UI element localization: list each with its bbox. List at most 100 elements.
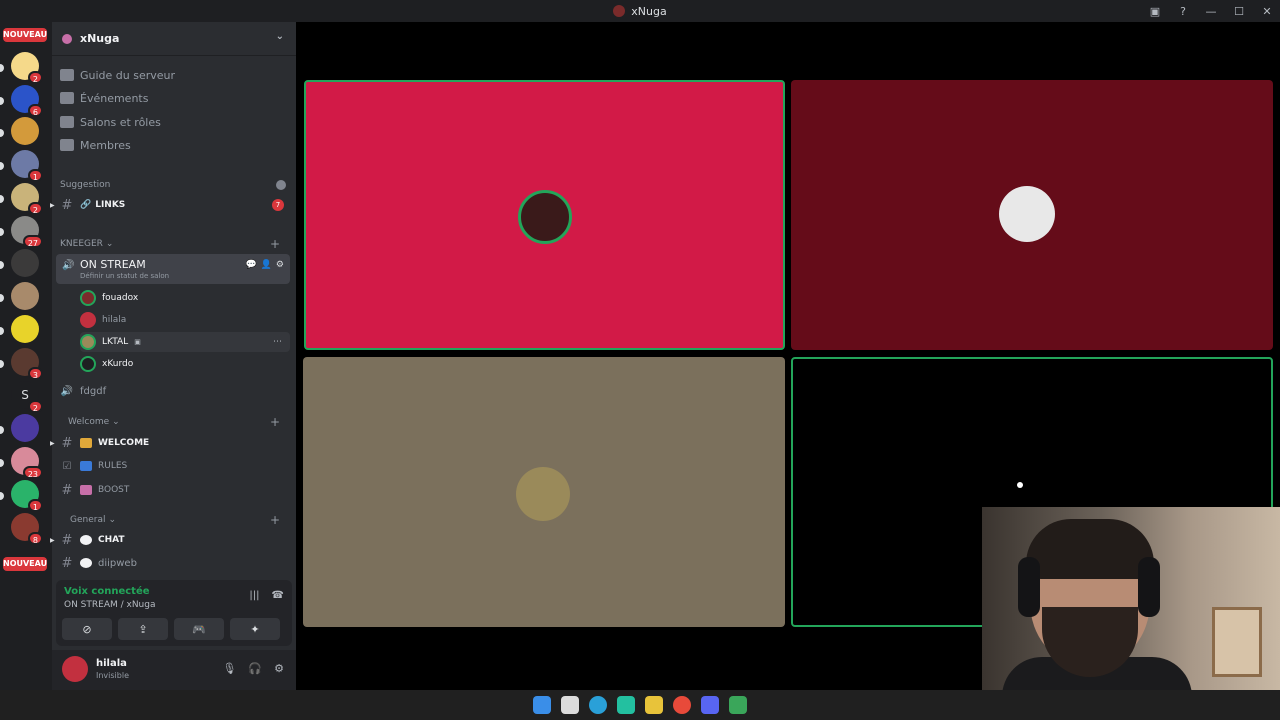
chevron-down-icon: ⌄ — [112, 417, 120, 427]
gear-icon[interactable]: ⚙ — [276, 260, 284, 270]
server-icon[interactable] — [11, 282, 39, 310]
channel-rules[interactable]: ☑ RULES — [60, 455, 290, 477]
mention-badge: 2 — [27, 71, 43, 84]
server-icon[interactable]: 3 — [11, 348, 43, 380]
server-icon[interactable]: 27 — [11, 216, 43, 248]
help-icon[interactable]: ? — [1176, 4, 1190, 18]
inbox-icon[interactable]: ▣ — [1148, 4, 1162, 18]
voice-member[interactable]: hilala — [80, 310, 290, 330]
discord-icon[interactable] — [701, 696, 719, 714]
server-icon[interactable]: 6 — [11, 85, 43, 117]
category-general[interactable]: General ⌄ + — [60, 512, 290, 528]
camera-off-button[interactable]: ⊘ — [62, 618, 112, 640]
server-icon[interactable]: 8 — [11, 513, 43, 545]
nav-events[interactable]: Événements — [60, 87, 290, 109]
edge-icon[interactable] — [589, 696, 607, 714]
add-channel-icon[interactable]: + — [270, 513, 280, 527]
server-letter: S — [21, 388, 29, 402]
new-badge-bottom[interactable]: NOUVEAU — [3, 557, 47, 571]
voice-channel-path[interactable]: ON STREAM / xNuga — [64, 600, 156, 610]
nav-channels-roles[interactable]: Salons et rôles — [60, 111, 290, 133]
chat-icon[interactable]: 💬 — [245, 260, 256, 270]
avatar — [80, 334, 96, 350]
headphones-icon[interactable]: 🎧 — [248, 662, 262, 675]
participant-tile[interactable] — [304, 80, 785, 350]
mention-badge: 27 — [22, 235, 43, 248]
list-icon — [60, 116, 74, 128]
close-button[interactable]: ✕ — [1260, 4, 1274, 18]
spreadsheet-icon[interactable] — [729, 696, 747, 714]
nav-server-guide[interactable]: Guide du serveur — [60, 64, 290, 86]
server-icon[interactable] — [11, 117, 39, 145]
channel-links[interactable]: ▶ # 🔗 LINKS 7 — [50, 194, 290, 216]
live-icon: ▣ — [134, 338, 141, 346]
server-icon[interactable]: 2 — [11, 52, 43, 84]
notepad-icon[interactable] — [561, 696, 579, 714]
minimize-button[interactable]: — — [1204, 4, 1218, 18]
invite-icon[interactable]: 👤 — [261, 260, 272, 270]
file-explorer-icon[interactable] — [645, 696, 663, 714]
windows-start-icon[interactable] — [533, 696, 551, 714]
participant-tile[interactable] — [303, 357, 785, 627]
member-name: fouadox — [102, 293, 139, 303]
category-label: Suggestion — [60, 180, 111, 190]
avatar — [80, 290, 96, 306]
disconnect-icon[interactable]: ☎ — [272, 590, 284, 601]
new-badge-top[interactable]: NOUVEAU — [3, 28, 47, 42]
voice-connected-status[interactable]: Voix connectée — [64, 586, 150, 597]
microphone-icon[interactable]: 🎙 — [222, 662, 236, 675]
dismiss-icon[interactable] — [276, 180, 286, 190]
category-kneeger[interactable]: KNEEGER ⌄ + — [60, 236, 290, 252]
nav-members[interactable]: Membres — [60, 134, 290, 156]
chrome-icon[interactable] — [673, 696, 691, 714]
unread-marker: ▶ — [50, 439, 55, 447]
category-label: Welcome — [68, 417, 110, 427]
category-welcome[interactable]: Welcome ⌄ + — [60, 414, 290, 430]
server-header[interactable]: xNuga ⌄ — [52, 22, 296, 56]
app-icon[interactable] — [617, 696, 635, 714]
channel-chat[interactable]: ▶ # CHAT — [50, 529, 290, 551]
voice-channel-fdgdf[interactable]: 🔊 fdgdf — [60, 380, 290, 402]
cursor-dot — [1017, 482, 1023, 488]
more-icon[interactable]: ⋯ — [273, 337, 282, 347]
soundboard-button[interactable]: ✦ — [230, 618, 280, 640]
server-icon[interactable] — [11, 249, 39, 277]
server-icon[interactable] — [11, 315, 39, 343]
mention-badge: 1 — [27, 169, 43, 182]
server-icon[interactable] — [11, 414, 39, 442]
server-icon[interactable]: 1 — [11, 150, 43, 182]
add-channel-icon[interactable]: + — [270, 415, 280, 429]
voice-channel-on-stream[interactable]: 🔊 ON STREAM Définir un statut de salon 💬… — [56, 254, 290, 284]
voice-member[interactable]: xKurdo — [80, 354, 290, 374]
username: hilala — [96, 658, 127, 669]
add-channel-icon[interactable]: + — [270, 237, 280, 251]
channel-diipweb[interactable]: # diipweb — [60, 552, 290, 574]
share-screen-button[interactable]: ⇪ — [118, 618, 168, 640]
channel-welcome[interactable]: ▶ # WELCOME — [50, 432, 290, 454]
server-icon[interactable]: S2 — [11, 381, 43, 413]
unread-pill — [0, 129, 4, 137]
speech-bubble-icon — [80, 535, 92, 545]
maximize-button[interactable]: ☐ — [1232, 4, 1246, 18]
channel-boost[interactable]: # BOOST — [60, 479, 290, 501]
unread-pill — [0, 64, 4, 72]
voice-member[interactable]: fouadox — [80, 288, 290, 308]
gear-icon[interactable]: ⚙ — [274, 662, 284, 675]
channel-status[interactable]: Définir un statut de salon — [80, 272, 169, 280]
server-icon[interactable]: 1 — [11, 480, 43, 512]
nav-label: Membres — [80, 138, 131, 152]
voice-member[interactable]: LKTAL ▣ ⋯ — [80, 332, 290, 352]
avatar[interactable] — [62, 656, 88, 682]
activities-button[interactable]: 🎮 — [174, 618, 224, 640]
category-suggestion[interactable]: Suggestion — [60, 177, 290, 193]
avatar — [516, 467, 570, 521]
user-panel: hilala Invisible 🎙 🎧 ⚙ — [52, 650, 296, 690]
server-icon[interactable]: 2 — [11, 183, 43, 215]
avatar — [518, 190, 572, 244]
server-icon[interactable]: 23 — [11, 447, 43, 479]
participant-tile[interactable] — [791, 80, 1273, 350]
mention-badge: 7 — [272, 199, 284, 211]
noise-suppression-icon[interactable]: ||| — [249, 590, 259, 601]
window-title: xNuga — [613, 5, 667, 18]
unread-pill — [0, 492, 4, 500]
